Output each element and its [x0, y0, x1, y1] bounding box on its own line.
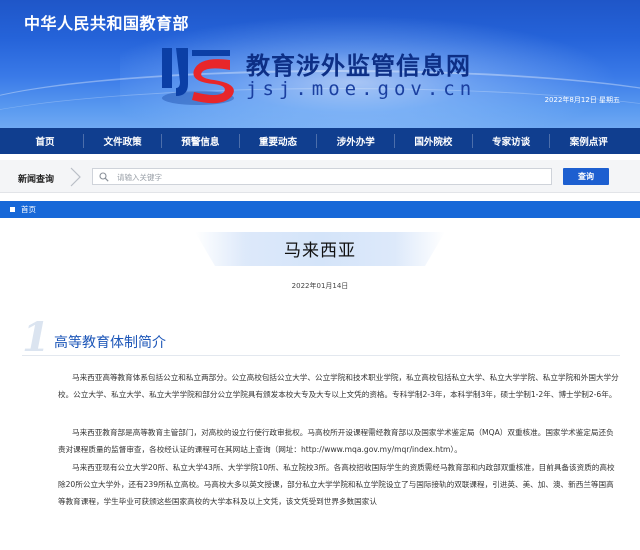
nav-divider — [394, 134, 396, 148]
nav-item-expert-interviews[interactable]: 专家访谈 — [482, 134, 540, 148]
section-number: 1 — [22, 314, 50, 361]
page-title: 马来西亚 — [284, 241, 356, 261]
nav-divider — [549, 134, 551, 148]
article-paragraph: 马来西亚现有公立大学20所、私立大学43所、大学学院10所、私立院校3所。各高校… — [58, 463, 615, 507]
section-title: 高等教育体制简介 — [54, 335, 166, 351]
breadcrumb-bullet-icon — [10, 207, 15, 212]
nav-item-case-reviews[interactable]: 案例点评 — [560, 134, 618, 148]
nav-divider — [161, 134, 163, 148]
nav-divider — [238, 134, 240, 148]
nav-divider — [83, 134, 85, 148]
article-paragraph: 马来西亚教育部是高等教育主管部门，对高校的设立行使行政审批权。马高校所开设课程需… — [58, 428, 614, 455]
nav-item-warnings[interactable]: 预警信息 — [171, 134, 229, 148]
news-search-bar: 新闻查询 查询 — [0, 160, 640, 193]
current-date: 2022年8月12日 星期五 — [544, 96, 620, 104]
main-nav: 首页 文件政策 预警信息 重要动态 涉外办学 国外院校 专家访谈 案例点评 — [0, 128, 640, 154]
breadcrumb: 首页 — [0, 201, 640, 218]
site-title[interactable]: 教育涉外监管信息网 — [246, 46, 471, 81]
publish-date: 2022年01月14日 — [291, 282, 349, 290]
chevron-right-icon — [70, 167, 81, 187]
jsj-logo-icon[interactable] — [158, 42, 236, 108]
nav-divider — [316, 134, 318, 148]
search-input[interactable] — [117, 170, 537, 184]
nav-item-home[interactable]: 首页 — [16, 134, 74, 148]
nav-item-foreign-education[interactable]: 涉外办学 — [327, 134, 385, 148]
site-header-banner: 中华人民共和国教育部 教育涉外监管信息网 jsj.moe.gov.cn 2022… — [0, 0, 640, 128]
article-paragraph: 马来西亚高等教育体系包括公立和私立两部分。公立高校包括公立大学、公立学院和技术职… — [58, 373, 619, 400]
search-icon — [99, 172, 109, 182]
nav-item-news[interactable]: 重要动态 — [249, 134, 307, 148]
nav-item-foreign-institutions[interactable]: 国外院校 — [404, 134, 462, 148]
nav-divider — [471, 134, 473, 148]
section-divider — [22, 355, 620, 356]
breadcrumb-home-link[interactable]: 首页 — [21, 204, 36, 215]
search-box — [92, 168, 552, 185]
ministry-name[interactable]: 中华人民共和国教育部 — [24, 10, 189, 34]
nav-item-policy-documents[interactable]: 文件政策 — [94, 134, 152, 148]
news-query-label: 新闻查询 — [18, 175, 55, 185]
search-button[interactable]: 查询 — [563, 168, 609, 185]
site-domain: jsj.moe.gov.cn — [246, 78, 477, 100]
